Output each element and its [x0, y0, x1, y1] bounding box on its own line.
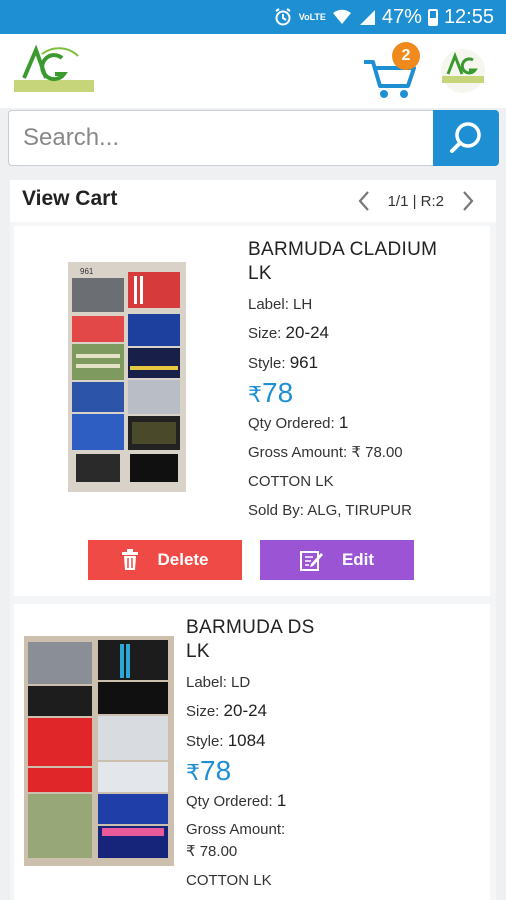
material: COTTON LK [186, 872, 272, 889]
pager: 1/1 | R:2 [356, 180, 476, 222]
cart-button[interactable]: 2 [362, 42, 422, 102]
gross-amount-row: Gross Amount: ₹ 78.00 [248, 444, 403, 461]
cart-item: 961 BARMUDA CLADIUM LK Label: LH Size: 20… [14, 226, 490, 596]
clock: 12:55 [443, 5, 494, 28]
product-image[interactable] [24, 636, 174, 866]
search-button[interactable] [433, 110, 499, 166]
gross-amount-value: ₹ 78.00 [186, 843, 238, 860]
product-image[interactable]: 961 [68, 262, 186, 492]
image-tag: 961 [80, 267, 94, 276]
material: COTTON LK [248, 473, 334, 490]
chevron-right-icon[interactable] [460, 189, 476, 213]
delete-label: Delete [157, 550, 209, 569]
edit-icon [299, 551, 323, 571]
search-icon [450, 122, 481, 153]
product-name[interactable]: BARMUDA CLADIUM LK [248, 238, 478, 286]
price: ₹78 [186, 755, 232, 786]
sold-by-row: Sold By: ALG, TIRUPUR [248, 502, 412, 519]
price: ₹78 [248, 377, 294, 408]
brand-logo[interactable] [14, 44, 94, 98]
edit-button[interactable]: Edit [260, 540, 414, 580]
size-row: Size: 20-24 [248, 323, 330, 342]
cart-panel: View Cart 1/1 | R:2 961 BARMUDA CLADIUM L… [10, 180, 496, 900]
status-bar: VoLTE 47% 12:55 [0, 0, 506, 34]
search-input[interactable] [23, 111, 423, 165]
cart-item: BARMUDA DS LK Label: LD Size: 20-24 Style… [14, 604, 490, 900]
style-row: Style: 1084 [186, 731, 266, 750]
account-logo[interactable] [438, 48, 488, 94]
product-details: BARMUDA DS LK Label: LD Size: 20-24 Style… [186, 616, 476, 889]
chevron-left-icon[interactable] [356, 189, 372, 213]
label-row: Label: LH [248, 296, 313, 313]
volte-icon: VoLTE [298, 11, 326, 22]
search-box [8, 110, 475, 166]
alarm-icon [275, 8, 291, 26]
delete-button[interactable]: Delete [88, 540, 242, 580]
wifi-icon [332, 9, 351, 24]
qty-row: Qty Ordered: 1 [186, 791, 287, 810]
label-row: Label: LD [186, 674, 251, 691]
cart-count-badge: 2 [392, 42, 420, 70]
gross-amount-label: Gross Amount: [186, 821, 286, 838]
cell-signal-icon [359, 10, 375, 25]
cart-header: View Cart 1/1 | R:2 [10, 180, 496, 222]
product-name[interactable]: BARMUDA DS LK [186, 616, 476, 664]
status-icons: VoLTE 47% 12:55 [273, 0, 494, 34]
pager-text: 1/1 | R:2 [387, 192, 444, 210]
battery-icon [427, 8, 438, 26]
page-title: View Cart [22, 187, 118, 210]
battery-percent: 47% [381, 5, 422, 28]
app-header: 2 [0, 34, 506, 108]
size-row: Size: 20-24 [186, 701, 268, 720]
trash-icon [122, 549, 139, 570]
qty-row: Qty Ordered: 1 [248, 413, 349, 432]
product-details: BARMUDA CLADIUM LK Label: LH Size: 20-24 … [248, 238, 478, 519]
edit-label: Edit [341, 550, 375, 569]
style-row: Style: 961 [248, 353, 319, 372]
